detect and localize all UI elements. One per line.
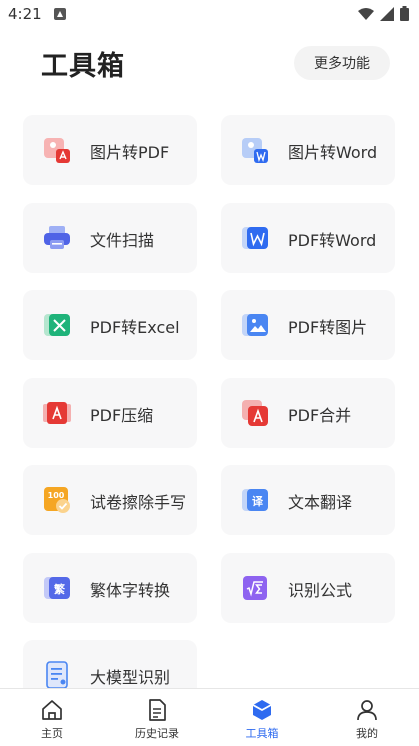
tool-label: 繁体字转换	[90, 581, 171, 600]
pdf-compress-icon	[43, 402, 71, 424]
image-to-pdf-icon	[44, 138, 70, 163]
nav-home[interactable]: 主页	[0, 689, 104, 746]
tool-label: PDF合并	[288, 406, 352, 425]
translate-icon: 译	[242, 489, 268, 511]
svg-text:繁: 繁	[53, 582, 66, 596]
svg-text:译: 译	[252, 495, 264, 508]
tool-erase-handwriting[interactable]: 100 试卷擦除手写	[23, 465, 197, 535]
tool-formula-recognition[interactable]: 识别公式	[221, 553, 395, 623]
tool-pdf-to-image[interactable]: PDF转图片	[221, 290, 395, 360]
tool-label: PDF压缩	[90, 406, 154, 425]
scanner-icon	[44, 226, 70, 249]
formula-icon	[243, 576, 267, 600]
nav-toolbox[interactable]: 工具箱	[210, 689, 314, 746]
tool-label: 大模型识别	[90, 668, 171, 687]
history-document-icon	[149, 699, 166, 721]
pdf-to-image-icon	[242, 314, 268, 336]
pdf-to-excel-icon	[44, 314, 70, 336]
tool-grid: 图片转PDF 图片转Word 文件扫描 PDF转Word PDF转Excel P…	[0, 0, 419, 688]
nav-profile[interactable]: 我的	[315, 689, 419, 746]
nav-label: 主页	[41, 727, 63, 740]
pdf-merge-icon	[242, 400, 268, 426]
svg-text:100: 100	[48, 491, 65, 500]
nav-history[interactable]: 历史记录	[105, 689, 209, 746]
tool-label: 图片转PDF	[90, 143, 170, 162]
tool-pdf-to-word[interactable]: PDF转Word	[221, 203, 395, 273]
tool-label: 图片转Word	[288, 143, 378, 162]
tool-label: PDF转图片	[288, 318, 368, 337]
toolbox-icon	[252, 700, 272, 720]
tool-label: PDF转Excel	[90, 318, 180, 337]
tool-label: PDF转Word	[288, 231, 377, 250]
bottom-nav: 主页 历史记录 工具箱 我的	[0, 688, 419, 746]
tool-text-translate[interactable]: 译 文本翻译	[221, 465, 395, 535]
nav-label: 工具箱	[245, 727, 279, 740]
tool-pdf-to-excel[interactable]: PDF转Excel	[23, 290, 197, 360]
tool-pdf-compress[interactable]: PDF压缩	[23, 378, 197, 448]
nav-label: 历史记录	[135, 727, 179, 740]
tool-label: 文本翻译	[288, 493, 353, 512]
user-icon	[357, 700, 377, 721]
tool-pdf-merge[interactable]: PDF合并	[221, 378, 395, 448]
tool-image-to-pdf[interactable]: 图片转PDF	[23, 115, 197, 185]
tool-traditional-convert[interactable]: 繁 繁体字转换	[23, 553, 197, 623]
tool-image-to-word[interactable]: 图片转Word	[221, 115, 395, 185]
tool-llm-recognition[interactable]: 大模型识别	[23, 640, 197, 688]
pdf-to-word-icon	[242, 227, 268, 249]
tool-file-scan[interactable]: 文件扫描	[23, 203, 197, 273]
home-icon	[42, 700, 62, 720]
exam-score-icon: 100	[44, 487, 70, 513]
traditional-chinese-icon: 繁	[44, 577, 70, 599]
tool-label: 试卷擦除手写	[90, 493, 187, 512]
nav-label: 我的	[356, 727, 378, 740]
tool-label: 文件扫描	[90, 231, 155, 250]
tool-label: 识别公式	[288, 581, 353, 600]
image-to-word-icon	[242, 138, 268, 163]
document-ai-icon	[46, 661, 68, 688]
